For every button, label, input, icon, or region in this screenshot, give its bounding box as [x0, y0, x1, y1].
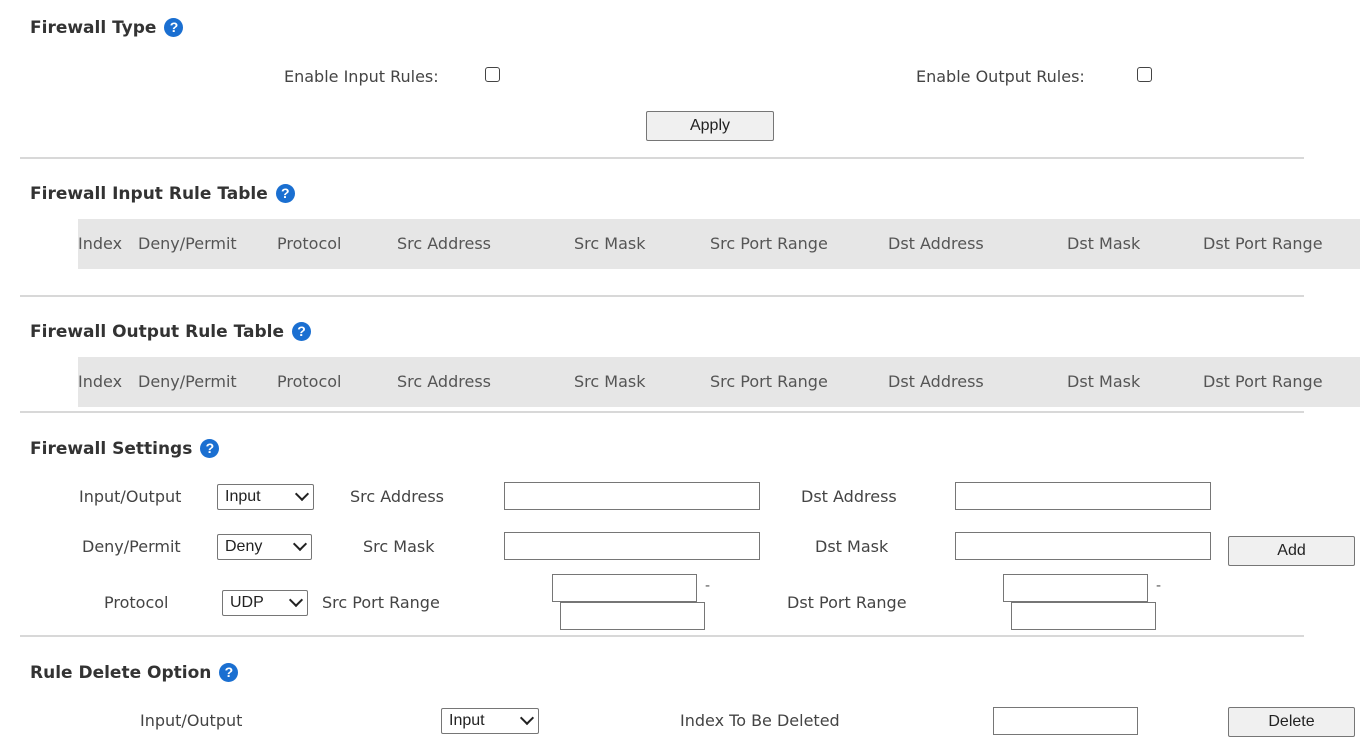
select-value: Deny	[225, 538, 263, 555]
help-icon[interactable]: ?	[164, 18, 184, 37]
chevron-down-icon	[294, 486, 310, 502]
select-value: Input	[225, 488, 261, 505]
column-header-src-mask: Src Mask	[574, 234, 646, 253]
column-header-deny-permit: Deny/Permit	[138, 372, 237, 391]
column-header-src-port-range: Src Port Range	[710, 234, 828, 253]
section-title: Firewall Type	[30, 18, 157, 38]
range-dash: -	[1156, 578, 1162, 594]
help-icon[interactable]: ?	[291, 322, 311, 341]
column-header-dst-address: Dst Address	[888, 234, 984, 253]
index-to-be-deleted-label: Index To Be Deleted	[680, 711, 840, 730]
chevron-down-icon	[519, 710, 535, 726]
divider	[20, 295, 1304, 297]
output-rule-table-heading: Firewall Output Rule Table?	[30, 322, 311, 342]
dst-port-end-input[interactable]	[1011, 602, 1156, 630]
src-port-start-input[interactable]	[552, 574, 697, 602]
enable-output-rules-label: Enable Output Rules:	[916, 67, 1085, 86]
input-output-label: Input/Output	[79, 487, 182, 506]
apply-button[interactable]: Apply	[646, 111, 774, 141]
delete-button[interactable]: Delete	[1228, 707, 1355, 737]
chevron-down-icon	[288, 592, 304, 608]
src-mask-input[interactable]	[504, 532, 760, 560]
add-button[interactable]: Add	[1228, 536, 1355, 566]
help-icon[interactable]: ?	[275, 184, 295, 203]
column-header-src-address: Src Address	[397, 234, 491, 253]
delete-input-output-label: Input/Output	[140, 711, 243, 730]
column-header-dst-mask: Dst Mask	[1067, 234, 1141, 253]
column-header-deny-permit: Deny/Permit	[138, 234, 237, 253]
column-header-src-port-range: Src Port Range	[710, 372, 828, 391]
protocol-label: Protocol	[104, 593, 169, 612]
column-header-protocol: Protocol	[277, 372, 342, 391]
column-header-dst-port-range: Dst Port Range	[1203, 234, 1323, 253]
divider	[20, 157, 1304, 159]
divider	[20, 411, 1304, 413]
help-icon[interactable]: ?	[200, 439, 220, 458]
protocol-select[interactable]: UDP	[222, 590, 308, 616]
range-dash: -	[705, 578, 711, 594]
column-header-dst-address: Dst Address	[888, 372, 984, 391]
column-header-dst-mask: Dst Mask	[1067, 372, 1141, 391]
enable-output-rules-checkbox[interactable]	[1137, 67, 1152, 82]
input-rule-table-header: Index Deny/Permit Protocol Src Address S…	[78, 219, 1360, 269]
dst-mask-label: Dst Mask	[815, 537, 889, 556]
section-title: Rule Delete Option	[30, 663, 212, 683]
divider	[20, 635, 1304, 637]
column-header-src-address: Src Address	[397, 372, 491, 391]
select-value: Input	[449, 712, 485, 729]
dst-port-range-label: Dst Port Range	[787, 593, 907, 612]
select-value: UDP	[230, 594, 264, 611]
index-to-be-deleted-input[interactable]	[993, 707, 1138, 735]
dst-address-input[interactable]	[955, 482, 1211, 510]
deny-permit-label: Deny/Permit	[82, 537, 181, 556]
enable-input-rules-checkbox[interactable]	[485, 67, 500, 82]
dst-port-start-input[interactable]	[1003, 574, 1148, 602]
section-title: Firewall Output Rule Table	[30, 322, 284, 342]
column-header-index: Index	[78, 372, 123, 391]
rule-delete-option-heading: Rule Delete Option?	[30, 663, 239, 683]
deny-permit-select[interactable]: Deny	[217, 534, 312, 560]
firewall-settings-heading: Firewall Settings?	[30, 439, 220, 459]
src-mask-label: Src Mask	[363, 537, 435, 556]
chevron-down-icon	[292, 536, 308, 552]
delete-input-output-select[interactable]: Input	[441, 708, 539, 734]
section-title: Firewall Settings	[30, 439, 193, 459]
column-header-src-mask: Src Mask	[574, 372, 646, 391]
dst-address-label: Dst Address	[801, 487, 897, 506]
column-header-index: Index	[78, 234, 123, 253]
input-output-select[interactable]: Input	[217, 484, 314, 510]
enable-input-rules-label: Enable Input Rules:	[284, 67, 439, 86]
src-port-end-input[interactable]	[560, 602, 705, 630]
src-address-input[interactable]	[504, 482, 760, 510]
dst-mask-input[interactable]	[955, 532, 1211, 560]
src-port-range-label: Src Port Range	[322, 593, 440, 612]
column-header-protocol: Protocol	[277, 234, 342, 253]
section-title: Firewall Input Rule Table	[30, 184, 268, 204]
src-address-label: Src Address	[350, 487, 444, 506]
column-header-dst-port-range: Dst Port Range	[1203, 372, 1323, 391]
help-icon[interactable]: ?	[219, 663, 239, 682]
output-rule-table-header: Index Deny/Permit Protocol Src Address S…	[78, 357, 1360, 407]
firewall-type-heading: Firewall Type?	[30, 18, 184, 38]
input-rule-table-heading: Firewall Input Rule Table?	[30, 184, 295, 204]
